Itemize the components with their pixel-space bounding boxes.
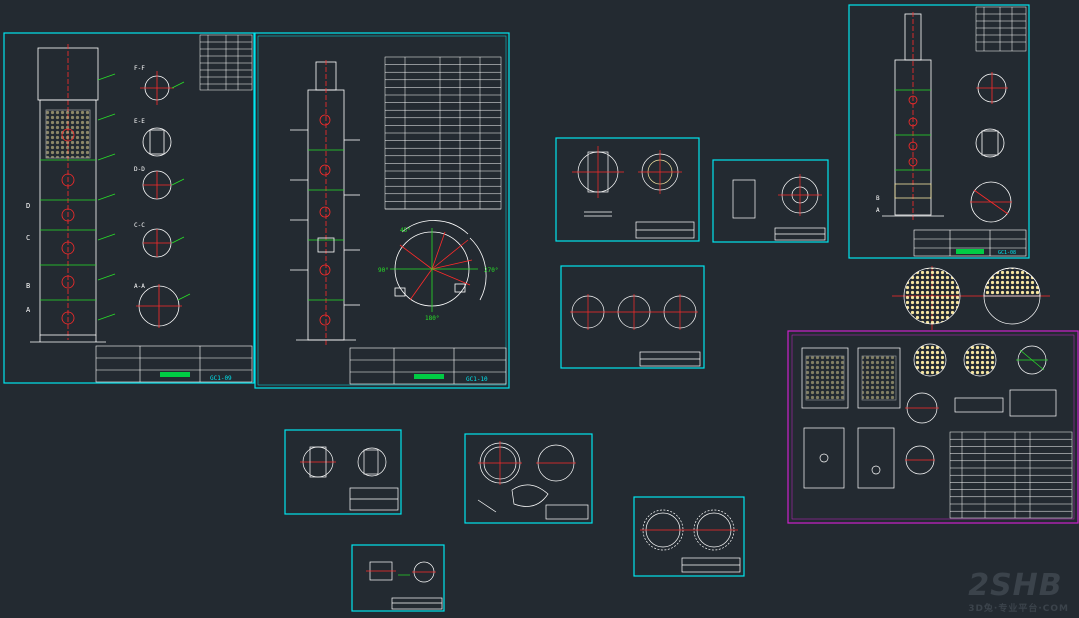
section-label-d: D-D <box>134 166 145 173</box>
sheet-number: GC1-10 <box>466 376 488 383</box>
angle-label-90: 90° <box>378 267 389 274</box>
parts-list-table <box>384 56 502 210</box>
side-mark-a: A <box>26 306 31 314</box>
side-mark-a: A <box>876 207 880 214</box>
drawing-sheet-gc1-10[interactable]: 45° 270° 180° 90° GC1-10 <box>254 32 510 389</box>
sheet-number: GC1-09 <box>210 375 232 382</box>
detail-sheet-ring[interactable] <box>633 496 745 577</box>
section-label-e: E-E <box>134 118 145 125</box>
side-mark-b: B <box>26 282 30 290</box>
angle-label-45: 45° <box>400 227 411 234</box>
sheet-number: GC1-08 <box>998 250 1016 256</box>
parts-list-table <box>949 431 1073 519</box>
cad-drawing-canvas[interactable]: D C B A F-F E-E D-D C-C A-A GC1-09 45° 2… <box>0 0 1079 618</box>
absorption-tower-elevation <box>882 12 944 220</box>
section-label-f: F-F <box>134 65 145 72</box>
detail-sheet-flange-sections[interactable] <box>555 137 700 242</box>
detail-sheet-support-ring[interactable] <box>464 433 593 524</box>
angle-label-270: 270° <box>484 267 498 274</box>
side-mark-c: C <box>26 234 30 242</box>
parts-list-table <box>975 6 1027 52</box>
detail-sheet-distributor[interactable] <box>560 265 705 369</box>
nozzle-orientation-plan <box>390 220 487 312</box>
absorption-tower-elevation <box>290 60 360 345</box>
packing-layout-plans <box>892 266 1050 330</box>
side-mark-d: D <box>26 202 30 210</box>
section-label-a: A-A <box>134 283 145 290</box>
section-views <box>970 72 1012 223</box>
watermark-site: 3D兔·专业平台·COM <box>968 604 1069 614</box>
drawing-sheet-gc1-09[interactable]: D C B A F-F E-E D-D C-C A-A GC1-09 <box>3 32 255 384</box>
detail-sheet-pipe[interactable] <box>351 544 445 612</box>
absorption-tower-elevation <box>30 44 116 343</box>
section-label-c: C-C <box>134 222 145 229</box>
side-mark-b: B <box>876 195 880 202</box>
detail-sheet-manhole[interactable] <box>712 159 829 243</box>
watermark-brand: 2SHB <box>968 568 1063 603</box>
detail-sheet-nozzle[interactable] <box>284 429 402 515</box>
parts-list-table <box>199 34 253 91</box>
watermark-logo: 2SHB 3D兔·专业平台·COM <box>968 568 1069 615</box>
angle-label-180: 180° <box>425 315 439 322</box>
drawing-sheet-assembly-magenta[interactable] <box>787 330 1079 524</box>
drawing-sheet-gc1-08[interactable]: B A GC1-08 <box>848 4 1030 259</box>
